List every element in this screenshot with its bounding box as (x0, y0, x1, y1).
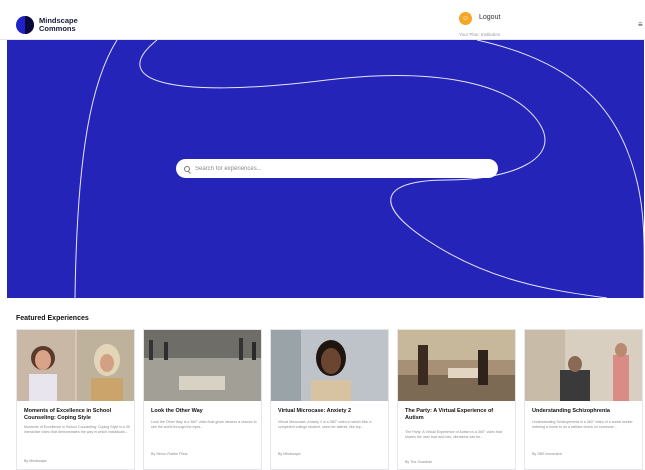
card-title: Understanding Schizophrenia (532, 408, 610, 414)
top-header: Mindscape Commons ☺ Logout Your Plan: In… (0, 0, 645, 40)
card-thumbnail (17, 330, 134, 401)
hero-banner (7, 40, 644, 298)
plan-label: Your Plan: Institution (459, 32, 501, 37)
card-author: By SBS Immersive (532, 452, 562, 456)
experience-card[interactable]: Virtual Microcase: Anxiety 2 Virtual Mic… (270, 329, 389, 470)
card-thumbnail (271, 330, 388, 401)
menu-icon[interactable]: ≡ (638, 20, 643, 29)
card-description: Virtual Microcase: Anxiety 2 is a 360° v… (278, 420, 372, 429)
search-bar[interactable] (176, 159, 498, 178)
card-description: Moments of Excellence in School Counseli… (24, 425, 130, 434)
logo[interactable]: Mindscape Commons (16, 16, 78, 34)
search-input[interactable] (195, 165, 475, 172)
avatar[interactable]: ☺ (459, 12, 472, 25)
search-icon (184, 165, 190, 172)
card-author: By Mindscape (278, 452, 301, 456)
logo-text: Mindscape Commons (39, 17, 78, 33)
card-description: Look the Other Way is a 360° video that … (151, 420, 257, 429)
card-title: Virtual Microcase: Anxiety 2 (278, 408, 352, 414)
brand-name-line2: Commons (39, 24, 76, 33)
card-thumbnail (525, 330, 642, 401)
experience-card[interactable]: The Party: A Virtual Experience of Autis… (397, 329, 516, 470)
card-author: By The Guardian (405, 460, 433, 464)
card-author: By Mindscape (24, 459, 47, 463)
card-title: The Party: A Virtual Experience of Autis… (405, 408, 494, 421)
card-description: The Party: A Virtual Experience of Autis… (405, 430, 503, 439)
card-title: Moments of Excellence in School Counseli… (24, 408, 112, 421)
experience-card[interactable]: Understanding Schizophrenia Understandin… (524, 329, 643, 470)
card-author: By Simon Robbe Films (151, 452, 188, 456)
card-title: Look the Other Way (151, 408, 203, 414)
featured-heading: Featured Experiences (16, 315, 89, 322)
experience-card[interactable]: Moments of Excellence in School Counseli… (16, 329, 135, 470)
card-thumbnail (398, 330, 515, 401)
logo-icon (16, 16, 34, 34)
experience-card[interactable]: Look the Other Way Look the Other Way is… (143, 329, 262, 470)
logout-link[interactable]: Logout (479, 14, 500, 21)
card-thumbnail (144, 330, 261, 401)
card-description: Understanding Schizophrenia is a 360° vi… (532, 420, 633, 429)
